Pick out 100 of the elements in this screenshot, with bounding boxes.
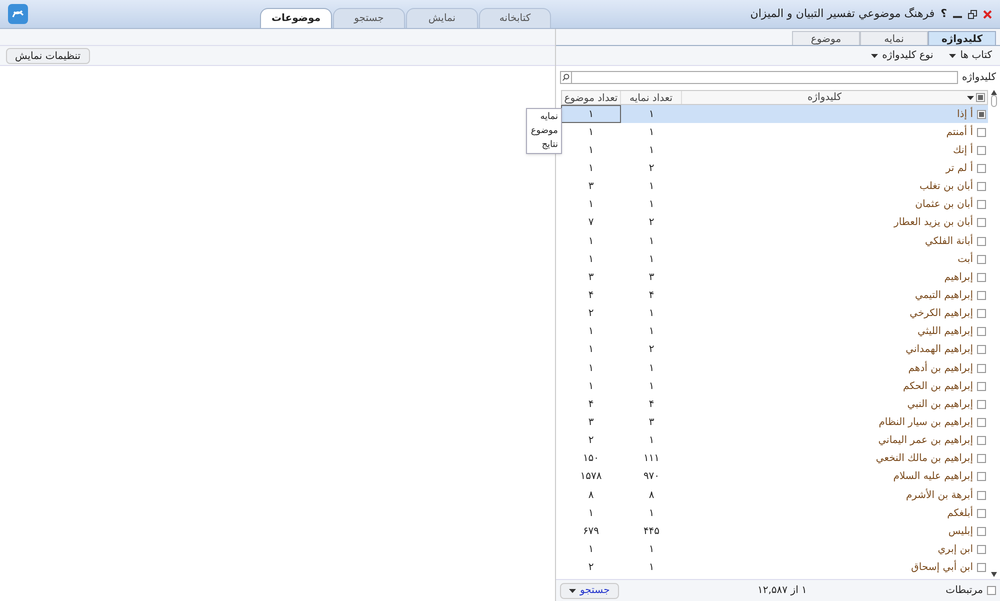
row-checkbox[interactable] <box>977 327 986 336</box>
table-row[interactable]: أبلغكم ۱ ۱ <box>561 504 988 522</box>
help-button[interactable]: ؟ <box>940 6 947 22</box>
row-checkbox[interactable] <box>977 490 986 500</box>
scroll-down-icon[interactable] <box>991 572 997 577</box>
table-row[interactable]: إبراهيم بن النبي ۴ ۴ <box>561 395 988 414</box>
table-row[interactable]: إبراهيم بن الحكم ۱ ۱ <box>561 377 988 396</box>
table-row[interactable]: ابن إبري ۱ ۱ <box>561 540 988 559</box>
table-cell-text: ۱ <box>648 144 656 158</box>
sub-tab[interactable]: نمایه <box>860 31 928 45</box>
row-checkbox[interactable] <box>977 110 986 119</box>
row-checkbox[interactable] <box>977 508 986 518</box>
main-tab[interactable]: نمایش <box>406 8 478 28</box>
select-all-checkbox[interactable] <box>976 93 985 102</box>
main-tab[interactable]: موضوعات <box>260 8 332 28</box>
table-cell-text: ۱ <box>587 198 595 212</box>
table-cell-text: ۱ <box>587 343 595 358</box>
table-row[interactable]: إبراهيم الليثي ۱ ۱ <box>561 322 988 341</box>
row-checkbox[interactable] <box>977 472 986 482</box>
table-row[interactable]: إبراهيم بن سيار النظام ۳ ۳ <box>561 413 988 432</box>
row-checkbox[interactable] <box>977 309 986 318</box>
table-cell-text: ۱ <box>587 144 595 158</box>
close-icon[interactable] <box>983 10 992 18</box>
row-checkbox[interactable] <box>977 436 986 446</box>
row-checkbox[interactable] <box>977 236 986 246</box>
keyword-cell-text: إبراهيم بن النبي <box>907 398 973 412</box>
row-checkbox[interactable] <box>977 345 986 354</box>
table-row[interactable]: أبان بن عثمان ۱ ۱ <box>561 196 988 214</box>
keyword-cell: أبرهة بن الأشرم <box>906 488 973 503</box>
table-row[interactable]: إبراهيم ۳ ۳ <box>561 268 988 286</box>
table-row[interactable]: أبت ۱ ۱ <box>561 250 988 268</box>
table-row[interactable]: إبراهيم الكرخي ۱ ۲ <box>561 304 988 323</box>
row-checkbox[interactable] <box>977 382 986 391</box>
keyword-type-dropdown[interactable]: نوع کلیدواژه <box>867 48 938 63</box>
row-checkbox[interactable] <box>977 254 986 264</box>
table-cell-text: ۱ <box>587 126 595 140</box>
scroll-thumb[interactable] <box>991 95 997 107</box>
table-row[interactable]: ابن أبي إسحاق ۱ ۲ <box>561 558 988 577</box>
row-checkbox[interactable] <box>977 454 986 464</box>
table-row[interactable]: إبراهيم بن عمر اليماني ۱ ۲ <box>561 432 988 450</box>
row-checkbox[interactable] <box>977 200 986 210</box>
table-cell-text: ۱ <box>648 198 656 212</box>
menu-item[interactable]: نتایج <box>527 138 561 152</box>
table-row[interactable]: إبليس ۴۴۵ ۶۷۹ <box>561 522 988 540</box>
table-cell-text: ۱۵۷۸ <box>579 470 603 484</box>
row-checkbox[interactable] <box>977 563 986 572</box>
row-checkbox[interactable] <box>977 272 986 282</box>
keyword-cell-text: إبراهيم بن عمر اليماني <box>878 434 973 448</box>
column-header[interactable]: تعداد موضوع <box>562 91 620 104</box>
table-row[interactable]: إبراهيم عليه السلام ۹۷۰ ۱۵۷۸ <box>561 468 988 486</box>
books-dropdown[interactable]: کتاب ها <box>945 48 996 63</box>
column-header[interactable]: کلیدواژه <box>682 90 967 105</box>
caret-icon <box>949 54 956 58</box>
related-checkbox[interactable] <box>987 586 996 595</box>
keyword-cell: أبانة الفلكي <box>925 234 973 249</box>
menu-item[interactable]: نمایه <box>527 110 561 124</box>
sub-tab[interactable]: موضوع <box>792 31 860 45</box>
keyword-cell-text: إبراهيم التيمي <box>915 288 973 303</box>
row-checkbox[interactable] <box>977 218 986 228</box>
sub-tab[interactable]: کلیدواژه <box>928 31 996 45</box>
main-tab[interactable]: جستجو <box>333 8 405 28</box>
display-settings-button[interactable]: تنظیمات نمایش <box>6 48 90 64</box>
row-checkbox[interactable] <box>977 544 986 554</box>
table-cell-text: ۱ <box>648 362 656 376</box>
row-checkbox[interactable] <box>977 128 986 137</box>
row-checkbox[interactable] <box>977 400 986 409</box>
search-button[interactable]: جستجو <box>560 582 619 598</box>
table-row[interactable]: أبرهة بن الأشرم ۸ ۸ <box>561 486 988 504</box>
row-checkbox[interactable] <box>977 418 986 427</box>
table-row[interactable]: أبان بن يزيد العطار ۲ ۷ <box>561 214 988 232</box>
table-row[interactable]: إبراهيم الهمداني ۲ ۱ <box>561 340 988 359</box>
table-cell-text: ۱ <box>587 234 595 249</box>
table-row[interactable]: أ أمنتم ۱ ۱ <box>561 123 988 142</box>
table-cell-text: ۲ <box>648 216 656 230</box>
keyword-cell-text: ابن إبري <box>938 542 973 557</box>
row-checkbox[interactable] <box>977 364 986 373</box>
table-cell-text: ۴۴۵ <box>642 524 661 539</box>
table-row[interactable]: إبراهيم بن مالك النخعي ۱۱۱ ۱۵۰ <box>561 450 988 468</box>
table-cell-text: ۳ <box>587 416 595 430</box>
search-field[interactable] <box>560 70 958 84</box>
table-cell-text: ۱ <box>648 506 656 521</box>
restore-icon[interactable] <box>968 10 977 18</box>
table-row[interactable]: إبراهيم بن أدهم ۱ ۱ <box>561 358 988 378</box>
table-row[interactable]: أبانة الفلكي ۱ ۱ <box>561 232 988 250</box>
main-tab[interactable]: کتابخانه <box>479 8 551 28</box>
keyword-cell: أبان بن يزيد العطار <box>894 215 973 230</box>
row-checkbox[interactable] <box>977 146 986 155</box>
table-cell-text: ۶۷۹ <box>582 524 600 539</box>
column-header[interactable]: تعداد نمایه <box>620 91 681 104</box>
table-row[interactable]: أ إذا ۱ ۱ <box>561 105 988 124</box>
table-row[interactable]: إبراهيم التيمي ۴ ۴ <box>561 286 988 305</box>
table-row[interactable]: أ إنك ۱ ۱ <box>561 141 988 160</box>
row-checkbox[interactable] <box>977 182 986 192</box>
menu-item[interactable]: موضوع <box>527 124 561 138</box>
app-logo-icon <box>8 4 28 24</box>
table-row[interactable]: أبان بن تغلب ۱ ۳ <box>561 178 988 196</box>
table-row[interactable]: أ لم تر ۲ ۱ <box>561 159 988 178</box>
row-checkbox[interactable] <box>977 164 986 173</box>
row-checkbox[interactable] <box>977 290 986 300</box>
row-checkbox[interactable] <box>977 526 986 536</box>
